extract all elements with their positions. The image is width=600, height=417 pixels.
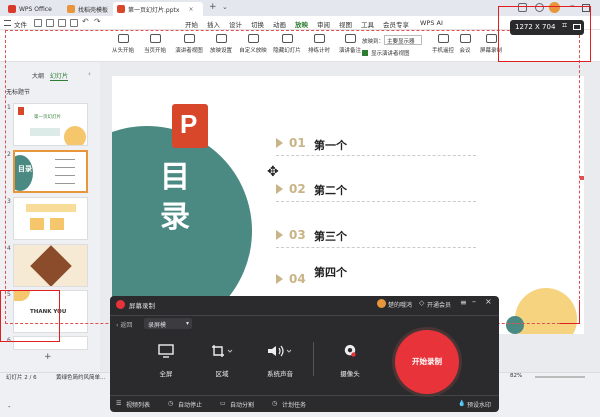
- zoom-level[interactable]: 82%: [510, 373, 522, 379]
- schedule-icon: ◷: [272, 400, 278, 407]
- menu-icon[interactable]: ≡: [460, 298, 467, 307]
- water-drop-icon: 💧: [458, 400, 466, 407]
- template-icon: [67, 5, 75, 13]
- region-handle[interactable]: [580, 176, 584, 180]
- monitor-icon: [158, 344, 174, 358]
- tab-template[interactable]: 找稻壳模板: [63, 2, 112, 16]
- scheduled-task-button[interactable]: 计划任务: [282, 400, 306, 409]
- user-avatar[interactable]: [377, 299, 386, 308]
- status-tail: -: [8, 403, 11, 411]
- tab-wps-office[interactable]: WPS Office: [4, 2, 56, 16]
- chevron-down-icon[interactable]: ⌄: [222, 3, 228, 11]
- menu-home[interactable]: 开始: [185, 19, 198, 29]
- region-corner: [560, 300, 580, 324]
- zoom-slider[interactable]: [535, 376, 585, 378]
- menu-design[interactable]: 设计: [229, 19, 242, 29]
- back-button[interactable]: ‹ 返回: [116, 320, 132, 329]
- menu-view[interactable]: 视图: [339, 19, 352, 29]
- user-name[interactable]: 楚的哦鸿: [388, 300, 412, 309]
- start-recording-button[interactable]: 开始录制: [395, 330, 459, 394]
- hamburger-icon[interactable]: [4, 20, 11, 26]
- redo-icon[interactable]: ↷: [94, 17, 101, 26]
- watermark-button[interactable]: 预设水印: [467, 400, 491, 409]
- vip-link[interactable]: 开通会员: [427, 300, 451, 309]
- system-audio-option[interactable]: 系统声音: [252, 344, 308, 378]
- menu-transition[interactable]: 切换: [251, 19, 264, 29]
- fullscreen-option[interactable]: 全屏: [138, 344, 194, 378]
- close-icon[interactable]: ×: [485, 297, 492, 306]
- divider: [110, 315, 499, 316]
- mode-select[interactable]: 录屏模 ▾: [144, 318, 192, 329]
- menu-file[interactable]: 文件: [14, 19, 27, 29]
- split-icon: ▭: [220, 400, 226, 407]
- new-tab-button[interactable]: +: [209, 2, 217, 12]
- print-icon[interactable]: [58, 19, 66, 27]
- add-slide-button[interactable]: +: [44, 352, 52, 362]
- size-text: 1272 X 704: [515, 23, 556, 31]
- camera-option[interactable]: 摄像头: [322, 344, 378, 378]
- slide-count: 幻灯片 2 / 6: [6, 375, 37, 381]
- auto-stop-button[interactable]: 自动停止: [178, 400, 202, 409]
- region-option[interactable]: 区域: [194, 344, 250, 378]
- menu-wps-ai[interactable]: WPS AI: [420, 19, 443, 27]
- capture-region-outline: [5, 30, 580, 324]
- crop-icon[interactable]: ⌗: [562, 21, 567, 31]
- video-list-button[interactable]: 视频列表: [126, 400, 150, 409]
- menu-insert[interactable]: 插入: [207, 19, 220, 29]
- menu-slideshow[interactable]: 放映: [295, 19, 308, 32]
- menu-tools[interactable]: 工具: [361, 19, 374, 29]
- camera-icon: [344, 344, 356, 357]
- record-logo-icon: [116, 300, 125, 309]
- clock-icon: ◷: [168, 400, 174, 407]
- undo-icon[interactable]: ↶: [82, 17, 89, 26]
- screen-icon[interactable]: [573, 24, 581, 30]
- speaker-icon: [268, 345, 292, 357]
- screen-recorder-panel: 屏幕录制 楚的哦鸿 ◇ 开通会员 ≡ – × ‹ 返回 录屏模 ▾ 全屏 区域 系…: [110, 296, 499, 412]
- divider: [313, 342, 314, 376]
- minimize-icon[interactable]: –: [472, 297, 476, 306]
- menu-animation[interactable]: 动画: [273, 19, 286, 29]
- chevron-down-icon: ▾: [185, 320, 189, 327]
- open-icon[interactable]: [46, 19, 54, 27]
- close-tab-icon[interactable]: ×: [188, 6, 193, 13]
- ppt-file-icon: [117, 5, 125, 13]
- crop-icon: [212, 345, 233, 357]
- theme-name[interactable]: 黄绿色简约风简单...: [56, 373, 105, 381]
- recorder-title: 屏幕录制: [129, 302, 155, 310]
- menu-vip[interactable]: 会员专享: [383, 19, 409, 29]
- list-icon: ☰: [116, 400, 122, 407]
- auto-split-button[interactable]: 自动分割: [230, 400, 254, 409]
- wps-logo-icon: [8, 5, 16, 13]
- size-indicator: 1272 X 704 ⌗: [510, 20, 584, 35]
- diamond-icon: ◇: [419, 299, 425, 307]
- preview-icon[interactable]: [70, 19, 78, 27]
- menu-review[interactable]: 审阅: [317, 19, 330, 29]
- save-icon[interactable]: [34, 19, 42, 27]
- tab-document[interactable]: 第一页幻灯片.pptx ×: [113, 2, 203, 16]
- divider: [110, 395, 499, 396]
